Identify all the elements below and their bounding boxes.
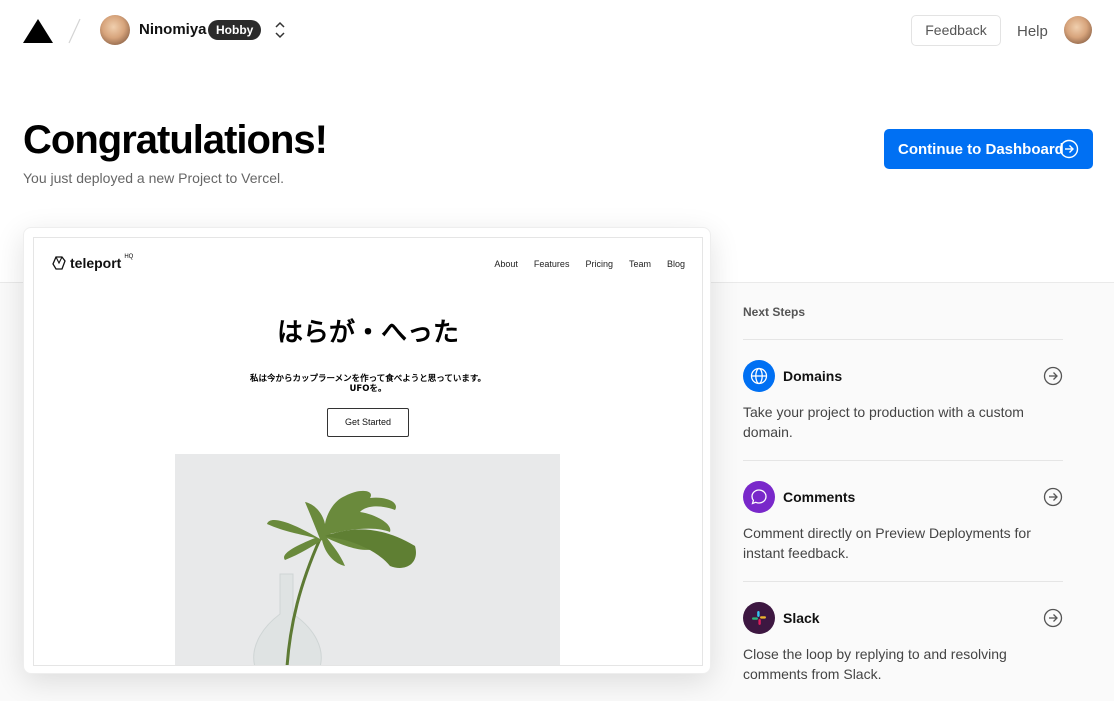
top-nav: Ninomiya Hobby Feedback Help [0, 0, 1114, 62]
preview-nav-pricing: Pricing [585, 259, 613, 269]
next-step-comments[interactable]: Comments Comment directly on Preview Dep… [743, 460, 1063, 582]
step-description: Take your project to production with a c… [743, 404, 1024, 440]
preview-nav-features: Features [533, 259, 570, 269]
deployment-screenshot[interactable]: teleport HQ About Features Pricing Team … [33, 237, 703, 666]
deployment-preview-card[interactable]: teleport HQ About Features Pricing Team … [23, 227, 711, 674]
preview-get-started-button: Get Started [327, 408, 409, 437]
team-avatar[interactable] [100, 15, 130, 45]
teleport-logo-icon [52, 256, 66, 270]
teleport-logo-text: teleport [70, 255, 122, 271]
cta-label: Continue to Dashboard [898, 140, 1064, 158]
globe-icon [743, 360, 775, 392]
vercel-logo-icon[interactable] [23, 19, 53, 43]
page-title: Congratulations! [23, 118, 328, 162]
next-steps-title: Next Steps [743, 305, 806, 319]
step-name: Comments [783, 489, 856, 505]
continue-to-dashboard-button[interactable]: Continue to Dashboard [884, 129, 1093, 169]
feedback-button[interactable]: Feedback [911, 15, 1001, 46]
step-description: Comment directly on Preview Deployments … [743, 525, 1031, 561]
preview-nav-team: Team [628, 259, 651, 269]
teleport-logo: teleport HQ [51, 254, 134, 271]
next-step-slack[interactable]: Slack Close the loop by replying to and … [743, 581, 1063, 701]
monstera-vase-illustration [175, 454, 560, 665]
preview-plant-image [175, 454, 560, 665]
step-name: Domains [783, 368, 843, 384]
step-name: Slack [783, 610, 820, 626]
comment-icon [743, 481, 775, 513]
preview-body-line2: UFOを。 [349, 384, 387, 394]
preview-heading: はらが・へった [276, 318, 459, 348]
next-step-domains[interactable]: Domains Take your project to production … [743, 339, 1063, 461]
arrow-circle-right-icon [1059, 139, 1079, 159]
preview-nav: About Features Pricing Team Blog [494, 259, 685, 269]
plan-badge: Hobby [208, 20, 262, 40]
preview-nav-blog: Blog [666, 259, 685, 269]
arrow-circle-right-icon[interactable] [1043, 366, 1063, 386]
breadcrumb-separator [68, 18, 81, 44]
arrow-circle-right-icon[interactable] [1043, 487, 1063, 507]
team-switcher-icon[interactable] [272, 19, 288, 41]
preview-nav-about: About [494, 259, 518, 269]
user-avatar[interactable] [1064, 16, 1092, 44]
arrow-circle-right-icon[interactable] [1043, 608, 1063, 628]
teleport-logo-sup: HQ [124, 254, 134, 260]
slack-icon [743, 602, 775, 634]
team-name[interactable]: Ninomiya [139, 21, 207, 38]
page-subtitle: You just deployed a new Project to Verce… [23, 170, 284, 186]
help-link[interactable]: Help [1017, 23, 1048, 40]
step-description: Close the loop by replying to and resolv… [743, 646, 1007, 682]
